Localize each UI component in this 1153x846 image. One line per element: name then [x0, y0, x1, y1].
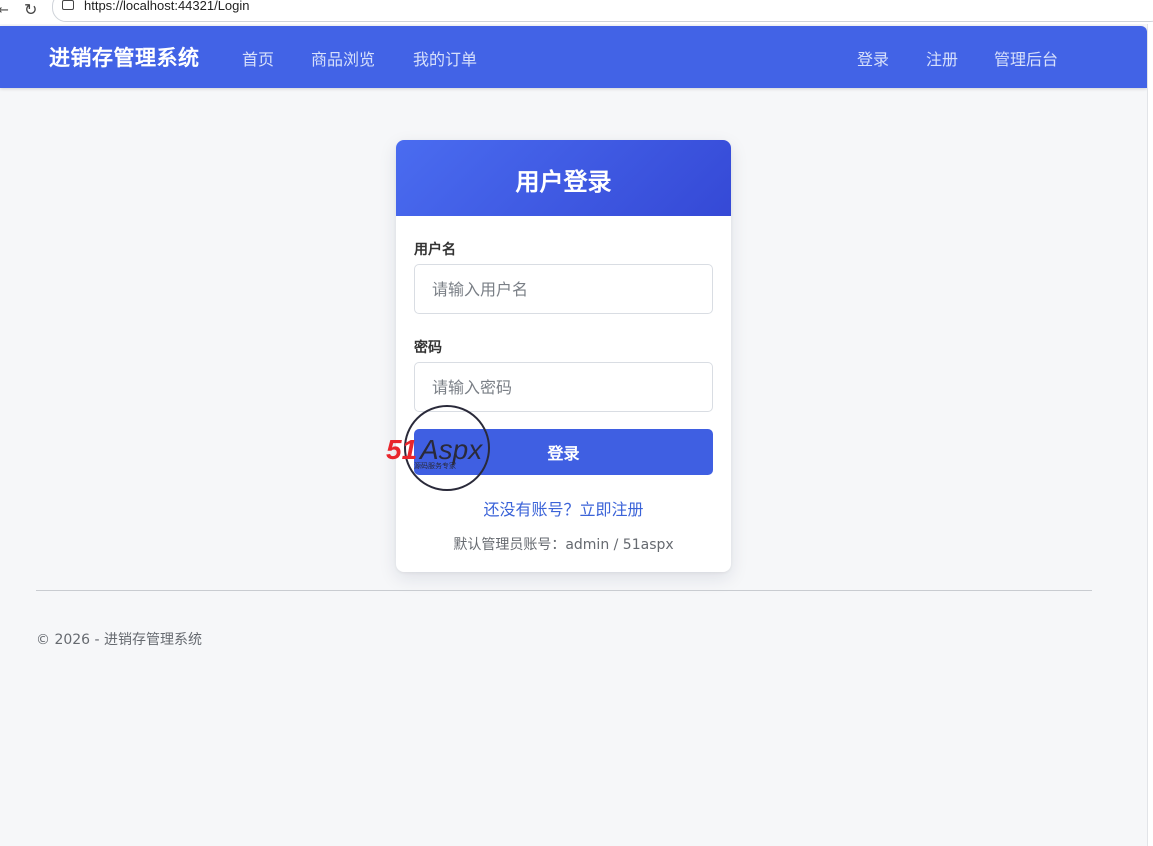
- nav-link-admin[interactable]: 管理后台: [994, 46, 1058, 70]
- default-account-hint: 默认管理员账号：admin / 51aspx: [453, 537, 674, 553]
- top-navbar: 进销存管理系统 首页 商品浏览 我的订单 登录 注册 管理后台: [0, 26, 1147, 88]
- window-scrollbar-edge: [1147, 24, 1153, 846]
- svg-text:源码服务专家: 源码服务专家: [414, 461, 456, 470]
- back-arrow-icon[interactable]: ←: [0, 3, 9, 18]
- login-card-header: 用户登录: [396, 140, 731, 216]
- reload-icon[interactable]: ↻: [24, 0, 37, 19]
- watermark-logo: 51 Aspx 源码服务专家: [386, 405, 490, 491]
- brand-logo-text[interactable]: 进销存管理系统: [49, 42, 200, 72]
- footer-divider: [36, 590, 1092, 591]
- username-label: 用户名: [414, 242, 456, 258]
- nav-link-my-orders[interactable]: 我的订单: [413, 46, 477, 70]
- footer-copyright: © 2026 - 进销存管理系统: [36, 632, 203, 648]
- login-card: 用户登录 用户名 密码 登录 还没有账号？立即注册 默认管理员账号：admin …: [396, 140, 731, 572]
- register-link[interactable]: 还没有账号？立即注册: [396, 496, 731, 520]
- address-url[interactable]: https://localhost:44321/Login: [84, 0, 250, 13]
- nav-link-home[interactable]: 首页: [242, 46, 274, 70]
- nav-link-register[interactable]: 注册: [926, 46, 958, 70]
- username-input[interactable]: [414, 264, 713, 314]
- svg-text:Aspx: Aspx: [418, 434, 483, 465]
- svg-text:51: 51: [386, 434, 417, 465]
- lock-icon[interactable]: [62, 0, 74, 10]
- password-label: 密码: [414, 340, 442, 356]
- browser-toolbar: ← ↻ https://localhost:44321/Login: [0, 0, 1153, 24]
- login-title: 用户登录: [515, 168, 612, 196]
- nav-link-products[interactable]: 商品浏览: [311, 46, 375, 70]
- nav-link-login[interactable]: 登录: [857, 46, 889, 70]
